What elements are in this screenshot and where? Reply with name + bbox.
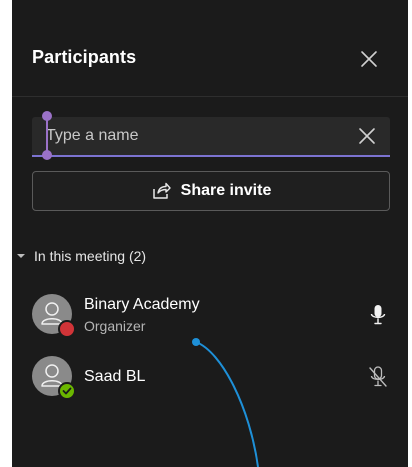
- share-icon: [152, 182, 171, 199]
- close-button[interactable]: [356, 46, 382, 72]
- participant-row[interactable]: Binary Academy Organizer: [12, 294, 408, 350]
- participant-name: Binary Academy: [84, 296, 200, 313]
- mic-off-icon: [369, 366, 387, 387]
- cursor-handle-bottom: [42, 150, 52, 160]
- participants-panel: Participants Share invite In this meetin…: [12, 0, 408, 467]
- status-available-badge: [58, 382, 76, 400]
- status-busy-badge: [58, 320, 76, 338]
- close-icon: [359, 128, 375, 144]
- share-invite-button[interactable]: Share invite: [32, 171, 390, 211]
- search-field[interactable]: [32, 117, 390, 157]
- panel-header: Participants: [12, 0, 408, 97]
- mic-toggle[interactable]: [368, 304, 388, 326]
- participant-role: Organizer: [84, 318, 146, 334]
- section-label: In this meeting (2): [34, 248, 147, 264]
- close-icon: [361, 51, 377, 67]
- panel-title: Participants: [32, 47, 137, 67]
- check-icon: [62, 387, 72, 395]
- share-invite-label: Share invite: [180, 182, 272, 199]
- search-input[interactable]: [46, 117, 346, 155]
- participant-name: Saad BL: [84, 368, 146, 385]
- participant-row[interactable]: Saad BL: [12, 356, 408, 412]
- clear-search-button[interactable]: [358, 127, 376, 145]
- mic-toggle[interactable]: [368, 366, 388, 388]
- mic-on-icon: [370, 305, 386, 325]
- in-meeting-section-header[interactable]: In this meeting (2): [16, 248, 146, 264]
- cursor-handle-top: [42, 111, 52, 121]
- caret-down-icon: [17, 254, 25, 258]
